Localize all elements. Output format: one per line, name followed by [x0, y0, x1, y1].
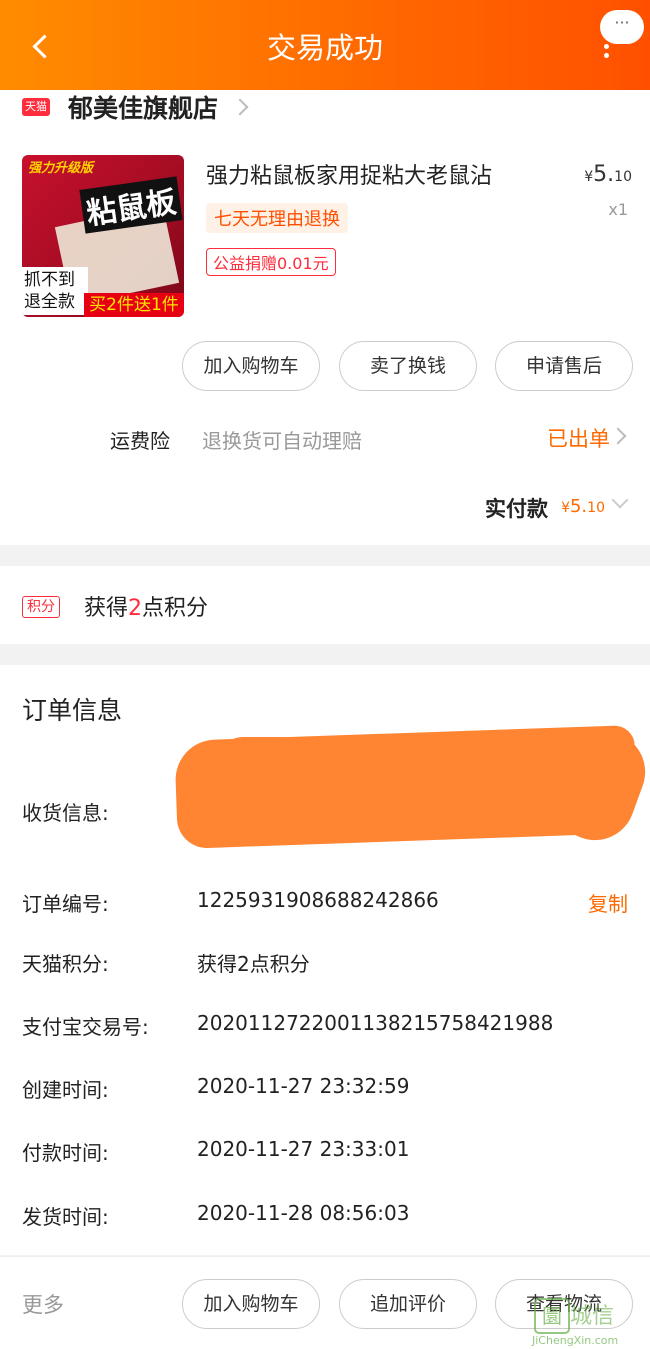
tmall-points-value: 获得2点积分 — [197, 952, 310, 976]
price-dec: 10 — [614, 169, 632, 185]
product-quantity: x1 — [608, 200, 628, 219]
insurance-status[interactable]: 已出单 — [547, 423, 610, 453]
points-card: 积分 获得2点积分 — [0, 566, 650, 644]
shipped-time-label: 发货时间: — [22, 1205, 109, 1229]
watermark-text: 城信 — [570, 1304, 615, 1329]
more-dots-icon[interactable] — [600, 40, 612, 68]
shop-row[interactable]: 天猫 郁美佳旗舰店 — [22, 89, 249, 125]
page-title: 交易成功 — [266, 31, 383, 65]
points-suffix: 点积分 — [142, 596, 209, 621]
price-currency: ¥ — [584, 169, 594, 185]
watermark-logo-icon: 圜 — [534, 1298, 570, 1334]
charity-tag: 公益捐赠0.01元 — [206, 248, 336, 276]
tmall-points-label: 天猫积分: — [22, 952, 109, 976]
add-to-cart-button[interactable]: 加入购物车 — [182, 1279, 320, 1329]
paid-int: 5. — [569, 496, 588, 517]
chevron-right-icon — [231, 98, 249, 116]
created-time-value: 2020-11-27 23:32:59 — [197, 1074, 410, 1098]
created-time-label: 创建时间: — [22, 1078, 109, 1102]
points-number: 2 — [128, 596, 143, 621]
order-number-value: 1225931908688242866 — [197, 888, 439, 912]
thumb-left-text: 抓不到退全款 — [22, 267, 88, 315]
points-badge: 积分 — [22, 596, 60, 618]
price-int: 5. — [593, 162, 615, 187]
paid-amount: ¥5.10 — [561, 496, 605, 517]
sell-button[interactable]: 卖了换钱 — [339, 341, 477, 391]
order-info-card: 订单信息 收货信息: 订单编号: 1225931908688242866 复制 … — [0, 665, 650, 1255]
after-sale-button[interactable]: 申请售后 — [495, 341, 633, 391]
product-price: ¥5.10 — [584, 162, 632, 187]
paid-time-value: 2020-11-27 23:33:01 — [197, 1137, 410, 1161]
insurance-desc: 退换货可自动理赔 — [202, 429, 362, 453]
points-prefix: 获得 — [84, 596, 129, 621]
tmall-badge: 天猫 — [22, 98, 50, 116]
paid-dec: 10 — [587, 500, 605, 516]
watermark-url: JiChengXin.com — [532, 1334, 619, 1347]
order-item-card: 天猫 郁美佳旗舰店 强力升级版 粘鼠板 抓不到退全款 买2件送1件 强力粘鼠板家… — [0, 90, 650, 545]
paid-label: 实付款 — [485, 497, 548, 521]
chevron-down-icon[interactable] — [611, 491, 629, 509]
copy-button[interactable]: 复制 — [588, 888, 628, 917]
nav-header: 交易成功 — [0, 0, 650, 90]
alipay-trade-value: 2020112722001138215758421988 — [197, 1011, 554, 1035]
product-title[interactable]: 强力粘鼠板家用捉粘大老鼠沾 — [206, 158, 492, 190]
thumb-promo-text: 买2件送1件 — [84, 293, 184, 317]
more-options-button[interactable]: ··· — [600, 10, 644, 44]
thumb-main-text: 粘鼠板 — [79, 176, 183, 234]
paid-currency: ¥ — [561, 500, 570, 516]
order-info-title: 订单信息 — [22, 696, 123, 725]
alipay-trade-label: 支付宝交易号: — [22, 1015, 149, 1039]
paid-time-label: 付款时间: — [22, 1141, 109, 1165]
more-button[interactable]: 更多 — [22, 1289, 64, 1319]
return-policy-tag: 七天无理由退换 — [206, 203, 348, 233]
redaction-mark — [218, 737, 308, 787]
points-text: 获得2点积分 — [84, 590, 208, 622]
shipped-time-value: 2020-11-28 08:56:03 — [197, 1201, 410, 1225]
receiver-label: 收货信息: — [22, 801, 109, 825]
chevron-right-icon[interactable] — [609, 427, 627, 445]
shop-name[interactable]: 郁美佳旗舰店 — [68, 89, 218, 125]
insurance-label: 运费险 — [110, 429, 170, 453]
add-to-cart-button[interactable]: 加入购物车 — [182, 341, 320, 391]
product-thumbnail[interactable]: 强力升级版 粘鼠板 抓不到退全款 买2件送1件 — [22, 155, 184, 317]
order-number-label: 订单编号: — [22, 892, 109, 916]
thumb-top-text: 强力升级版 — [28, 161, 94, 176]
add-review-button[interactable]: 追加评价 — [339, 1279, 477, 1329]
